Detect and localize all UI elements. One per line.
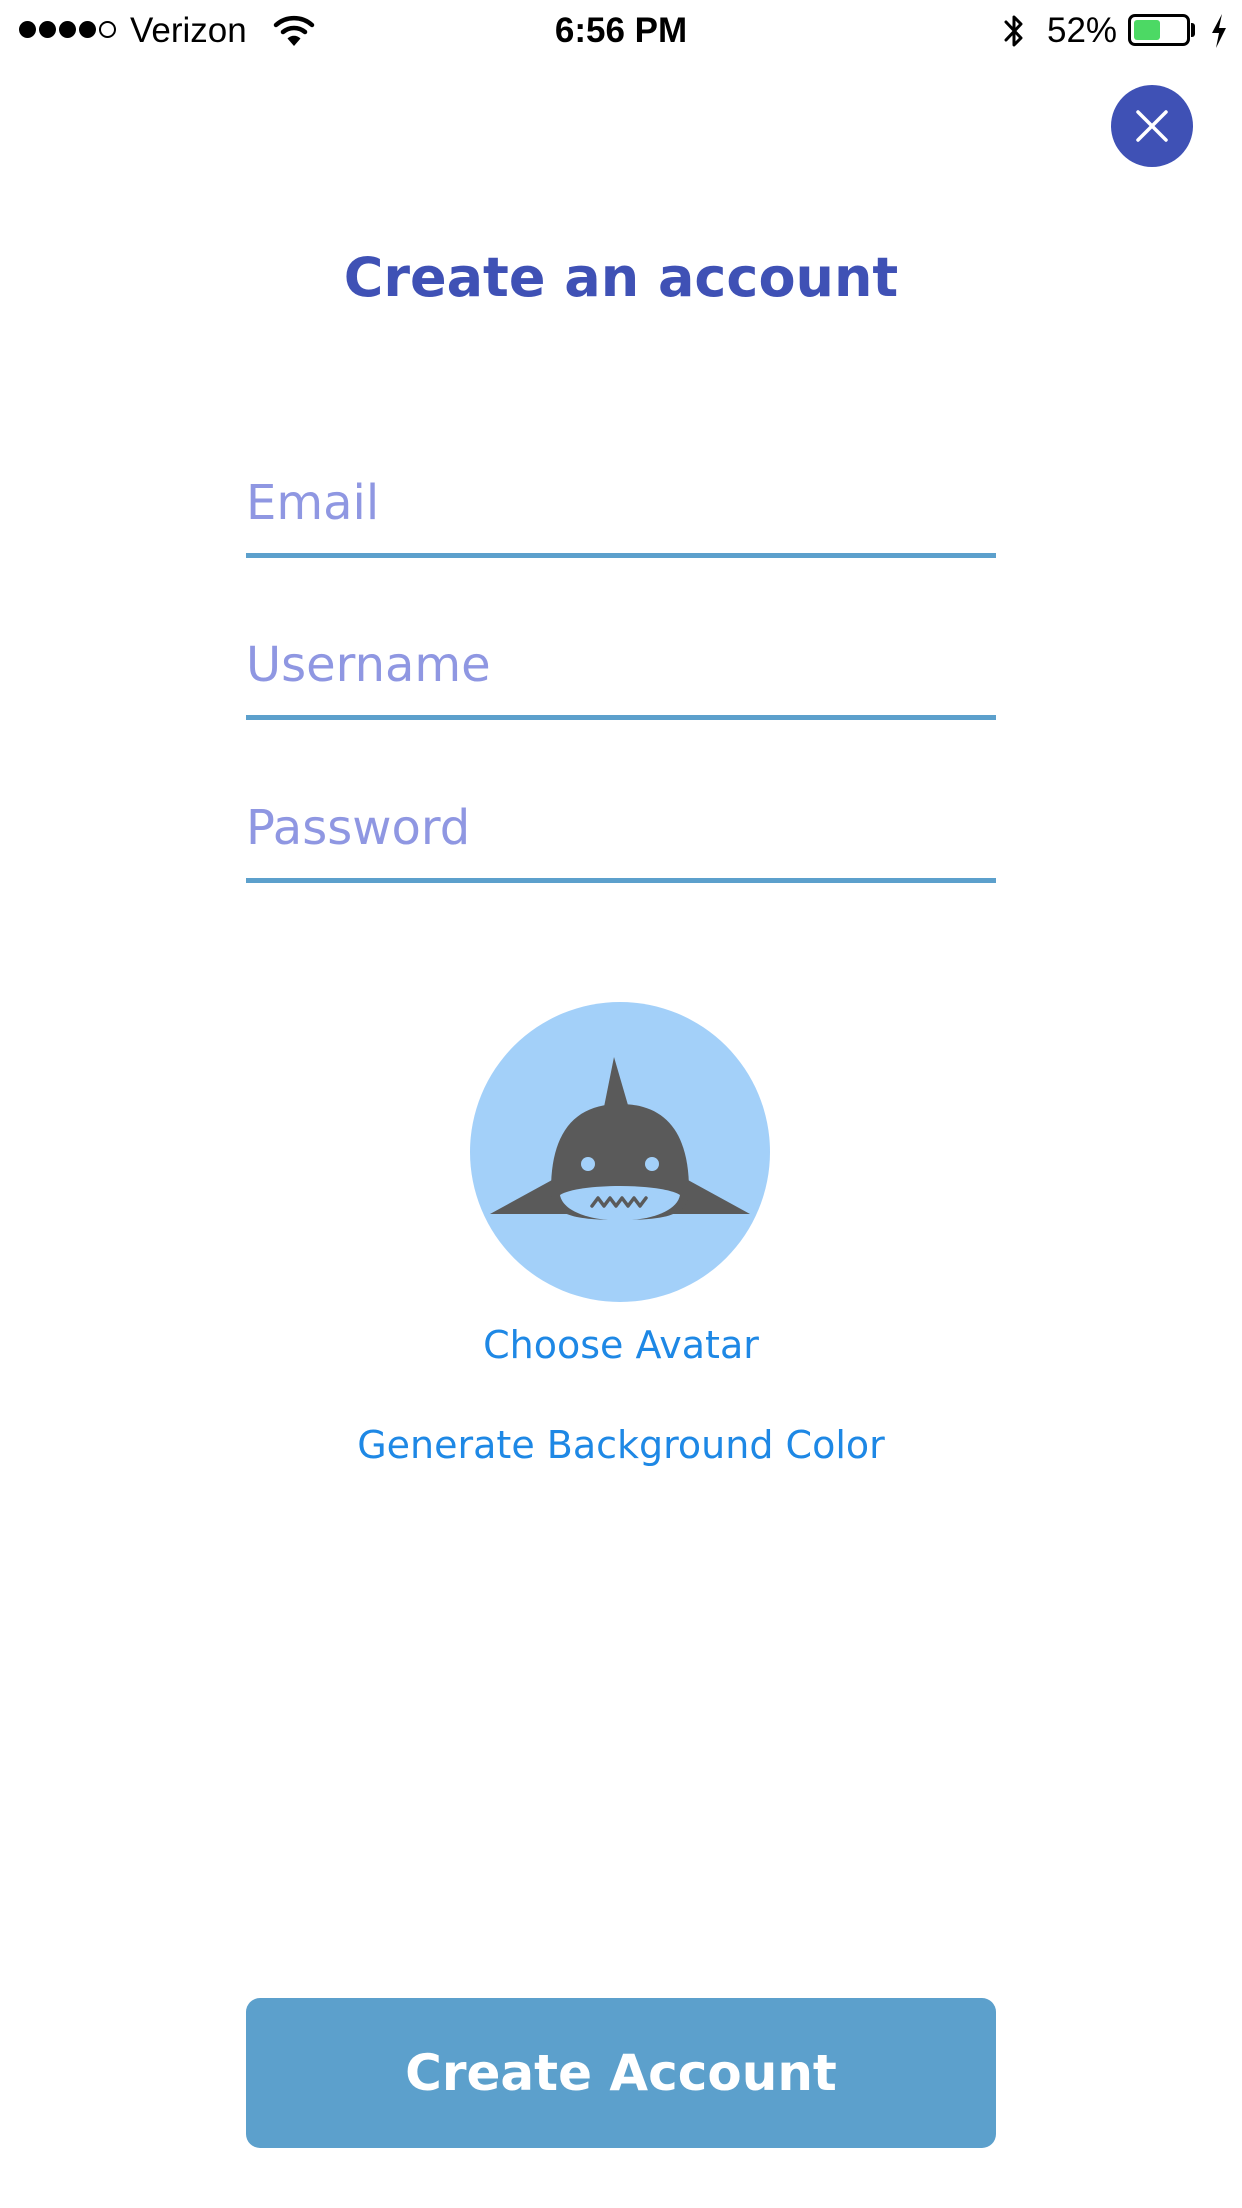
- page-title: Create an account: [343, 246, 899, 309]
- email-input[interactable]: [246, 453, 996, 553]
- username-input[interactable]: [246, 615, 996, 715]
- bluetooth-icon: [1004, 15, 1023, 47]
- status-bar: Verizon 6:56 PM 52%: [0, 0, 1242, 62]
- password-field: [246, 778, 996, 883]
- battery-icon: [1128, 14, 1190, 46]
- battery-fill: [1134, 20, 1160, 40]
- choose-avatar-link[interactable]: Choose Avatar: [0, 1320, 1242, 1370]
- close-icon: [1136, 110, 1168, 142]
- create-account-button[interactable]: Create Account: [246, 1998, 996, 2148]
- avatar[interactable]: [470, 1002, 770, 1302]
- battery-tip: [1191, 23, 1195, 37]
- username-field: [246, 615, 996, 720]
- generate-background-color-link[interactable]: Generate Background Color: [0, 1420, 1242, 1470]
- charging-icon: [1212, 14, 1226, 48]
- close-button[interactable]: [1111, 85, 1193, 167]
- email-field: [246, 453, 996, 558]
- shark-icon: [490, 1057, 750, 1221]
- password-input[interactable]: [246, 778, 996, 878]
- battery-percent: 52%: [1047, 11, 1118, 50]
